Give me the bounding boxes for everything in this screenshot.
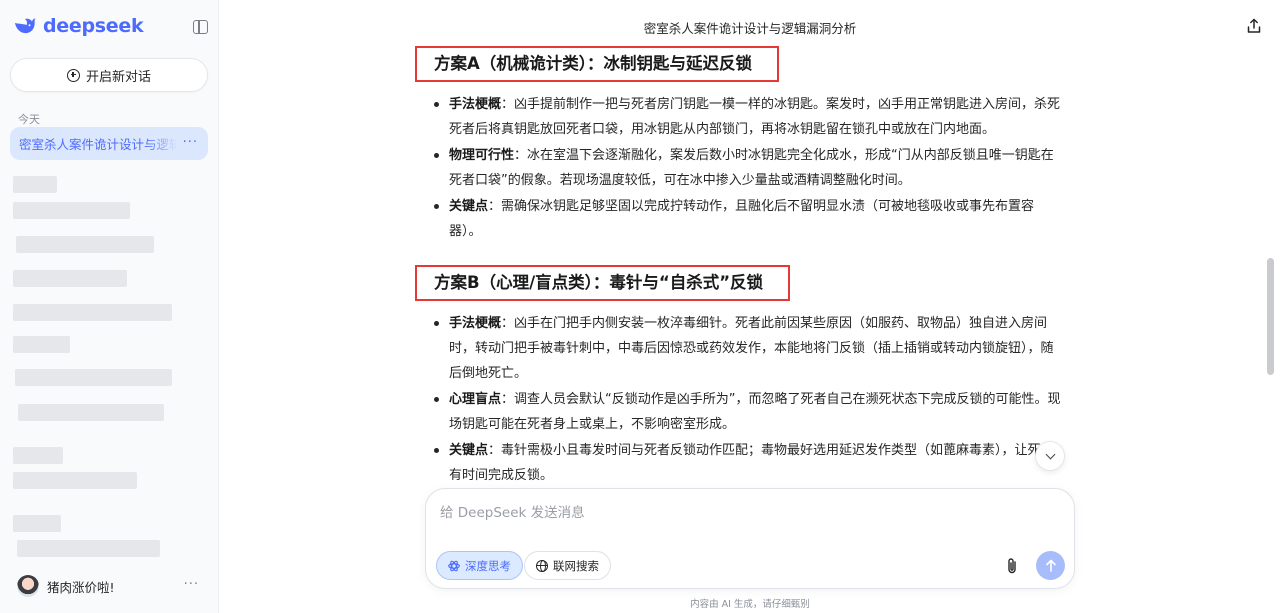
blurred-history-item[interactable]	[13, 270, 127, 287]
scroll-to-bottom-button[interactable]	[1035, 441, 1065, 471]
blurred-history-item[interactable]	[13, 176, 57, 193]
sidebar: deepseek 开启新对话 今天 密室杀人案件诡计设计与逻辑漏洞分析 ··· …	[0, 0, 219, 613]
avatar	[17, 575, 39, 597]
whale-logo-icon	[15, 18, 36, 34]
blurred-history-item[interactable]	[13, 472, 137, 489]
blurred-history-item[interactable]	[13, 202, 130, 219]
list-item-text: ：凶手在门把手内侧安装一枚淬毒细针。死者此前因某些原因（如服药、取物品）独自进入…	[449, 316, 1054, 381]
list-item: 关键点：需确保冰钥匙足够坚固以完成拧转动作，且融化后不留明显水渍（可被地毯吸收或…	[432, 194, 1065, 244]
list-item-label: 手法梗概	[449, 97, 502, 112]
list-item-label: 心理盲点	[449, 392, 502, 407]
chevron-down-icon	[1045, 449, 1055, 460]
brand-name: deepseek	[43, 15, 144, 37]
sidebar-chat-item-active[interactable]: 密室杀人案件诡计设计与逻辑漏洞分析 ···	[10, 127, 208, 160]
blurred-history-item[interactable]	[13, 447, 63, 464]
blurred-history-item[interactable]	[13, 304, 172, 321]
new-chat-label: 开启新对话	[85, 69, 151, 85]
chat-main: 密室杀人案件诡计设计与逻辑漏洞分析 方案A（机械诡计类）：冰制钥匙与延迟反锁 手…	[220, 0, 1280, 613]
globe-icon	[536, 559, 548, 572]
web-search-label: 联网搜索	[553, 558, 599, 573]
list-item-label: 物理可行性	[449, 148, 515, 163]
section-today-label: 今天	[18, 113, 40, 126]
message-composer: 深度思考 联网搜索	[425, 488, 1075, 589]
list-item: 手法梗概：凶手在门把手内侧安装一枚淬毒细针。死者此前因某些原因（如服药、取物品）…	[432, 311, 1065, 386]
plus-circle-icon	[66, 68, 80, 82]
conversation-title: 密室杀人案件诡计设计与逻辑漏洞分析	[643, 21, 857, 36]
blurred-history-item[interactable]	[13, 515, 61, 532]
deep-think-label: 深度思考	[465, 558, 511, 573]
list-item-text: ：冰在室温下会逐渐融化，案发后数小时冰钥匙完全化成水，形成“门从内部反锁且唯一钥…	[449, 148, 1054, 188]
brand-logo[interactable]: deepseek	[13, 14, 144, 38]
user-profile[interactable]: 猪肉涨价啦! ···	[17, 573, 207, 599]
scheme-a-list: 手法梗概：凶手提前制作一把与死者房门钥匙一模一样的冰钥匙。案发时，凶手用正常钥匙…	[432, 92, 1065, 244]
list-item: 心理盲点：调查人员会默认“反锁动作是凶手所为”，而忽略了死者自己在濒死状态下完成…	[432, 387, 1065, 437]
blurred-history-item[interactable]	[15, 369, 172, 386]
blurred-history-item[interactable]	[16, 236, 154, 253]
ai-disclaimer: 内容由 AI 生成，请仔细甄别	[690, 599, 810, 610]
list-item-text: ：需确保冰钥匙足够坚固以完成拧转动作，且融化后不留明显水渍（可被地毯吸收或事先布…	[449, 199, 1035, 239]
chat-more-icon[interactable]: ···	[183, 135, 198, 150]
list-item: 关键点：毒针需极小且毒发时间与死者反锁动作匹配；毒物最好选用延迟发作类型（如蓖麻…	[432, 438, 1065, 488]
user-more-icon[interactable]: ···	[184, 577, 199, 592]
list-item-label: 关键点	[449, 443, 489, 458]
sidebar-toggle-icon[interactable]	[193, 20, 208, 34]
message-input[interactable]	[440, 501, 1060, 541]
page-scrollbar[interactable]	[1267, 258, 1274, 375]
send-button[interactable]	[1036, 551, 1065, 580]
share-icon[interactable]	[1246, 18, 1262, 34]
scheme-a-heading: 方案A（机械诡计类）：冰制钥匙与延迟反锁	[415, 46, 780, 82]
scheme-b-heading: 方案B（心理/盲点类）：毒针与“自杀式”反锁	[415, 265, 791, 301]
list-item-text: ：凶手提前制作一把与死者房门钥匙一模一样的冰钥匙。案发时，凶手用正常钥匙进入房间…	[449, 97, 1061, 137]
deep-think-toggle[interactable]: 深度思考	[436, 551, 523, 580]
list-item-text: ：毒针需极小且毒发时间与死者反锁动作匹配；毒物最好选用延迟发作类型（如蓖麻毒素）…	[449, 443, 1054, 483]
scheme-b-list: 手法梗概：凶手在门把手内侧安装一枚淬毒细针。死者此前因某些原因（如服药、取物品）…	[432, 311, 1065, 488]
arrow-up-icon	[1045, 559, 1056, 572]
sidebar-chat-title: 密室杀人案件诡计设计与逻辑漏洞分析	[19, 137, 177, 152]
list-item-label: 手法梗概	[449, 316, 502, 331]
web-search-toggle[interactable]: 联网搜索	[524, 551, 611, 580]
list-item: 物理可行性：冰在室温下会逐渐融化，案发后数小时冰钥匙完全化成水，形成“门从内部反…	[432, 143, 1065, 193]
user-name: 猪肉涨价啦!	[47, 579, 115, 595]
blurred-history-item[interactable]	[13, 336, 70, 353]
atom-icon	[448, 560, 460, 571]
list-item: 手法梗概：凶手提前制作一把与死者房门钥匙一模一样的冰钥匙。案发时，凶手用正常钥匙…	[432, 92, 1065, 142]
blurred-history-item[interactable]	[17, 540, 160, 557]
new-chat-button[interactable]: 开启新对话	[10, 58, 208, 92]
assistant-message: 方案A（机械诡计类）：冰制钥匙与延迟反锁 手法梗概：凶手提前制作一把与死者房门钥…	[415, 46, 1065, 489]
paperclip-icon[interactable]	[1004, 557, 1020, 575]
list-item-text: ：调查人员会默认“反锁动作是凶手所为”，而忽略了死者自己在濒死状态下完成反锁的可…	[449, 392, 1061, 432]
list-item-label: 关键点	[449, 199, 489, 214]
blurred-history-item[interactable]	[18, 404, 164, 421]
